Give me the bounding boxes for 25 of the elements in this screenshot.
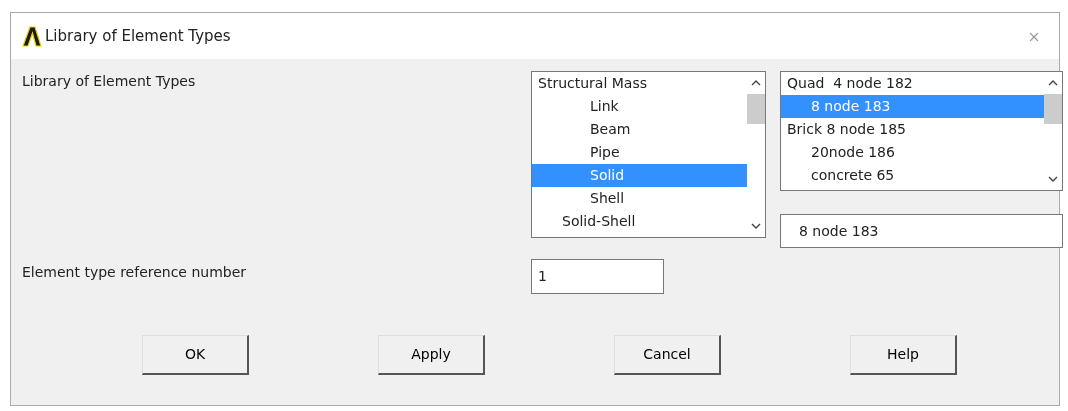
list-item[interactable]: Shell [532, 187, 747, 210]
scroll-thumb[interactable] [747, 94, 765, 124]
list-item[interactable]: Link [532, 95, 747, 118]
list-item[interactable]: Structural Mass [532, 72, 747, 95]
window-title: Library of Element Types [45, 25, 231, 47]
field-label: Library of Element Types [22, 72, 196, 91]
reference-number-field[interactable]: 1 [531, 259, 664, 294]
field-label: Element type reference number [22, 263, 247, 282]
list-item[interactable]: Solid-Shell [532, 210, 747, 233]
list-item[interactable]: Quad 4 node 182 [781, 72, 1044, 95]
list-item[interactable]: Beam [532, 118, 747, 141]
close-icon [1029, 31, 1039, 42]
selected-type-field[interactable]: 8 node 183 [780, 214, 1063, 248]
element-type-list[interactable]: Quad 4 node 182 8 node 183 Brick 8 node 185 20node 186 concrete 65 [780, 71, 1063, 191]
list-item[interactable]: 20node 186 [781, 141, 1044, 164]
list-item[interactable]: Brick 8 node 185 [781, 118, 1044, 141]
app-logo-icon [21, 25, 43, 47]
dialog-button[interactable]: OK [142, 335, 249, 375]
list-item[interactable]: Pipe [532, 141, 747, 164]
dialog-button[interactable]: Apply [378, 335, 485, 375]
scroll-thumb[interactable] [1044, 94, 1062, 124]
dialog-button[interactable]: Help [850, 335, 957, 375]
dialog-button[interactable]: Cancel [614, 335, 721, 375]
category-list[interactable]: Structural Mass Link Beam Pipe Solid Shell Solid-Shell [531, 71, 766, 238]
list-item[interactable]: concrete 65 [781, 164, 1044, 187]
